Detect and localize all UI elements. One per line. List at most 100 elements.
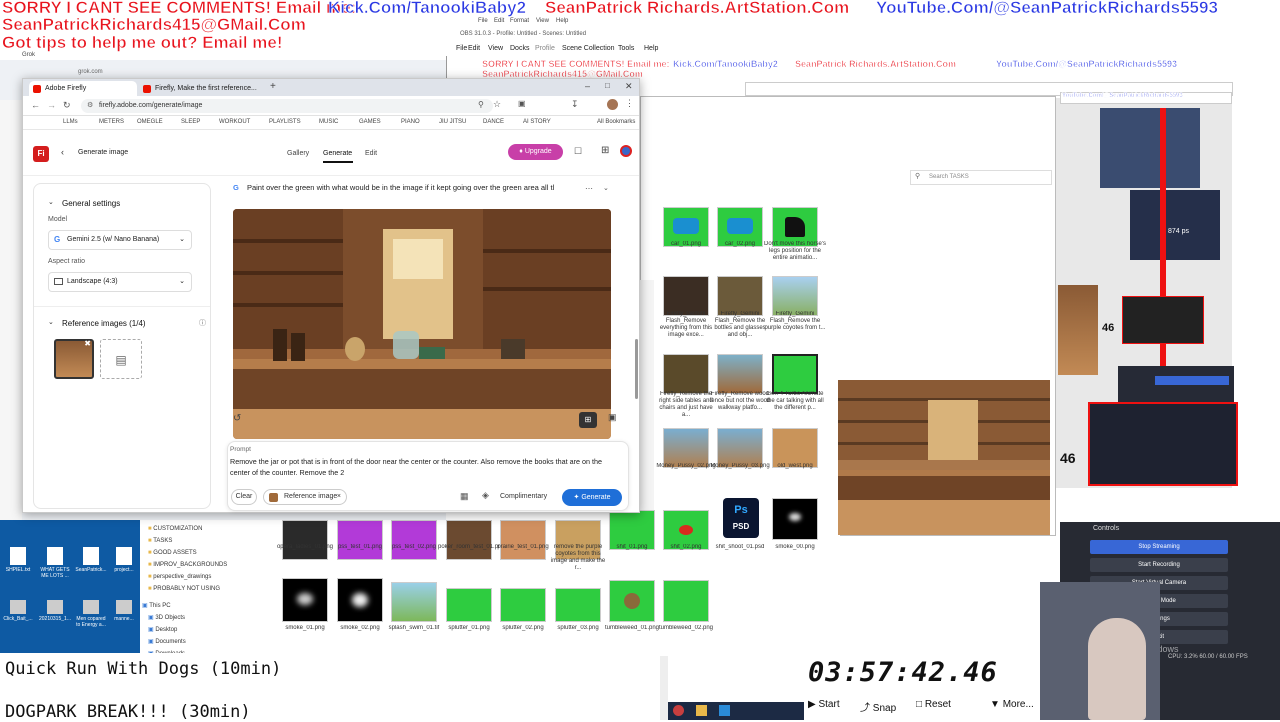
- obs-menu-edit[interactable]: Edit: [468, 45, 480, 52]
- clear-button[interactable]: Clear: [231, 489, 257, 505]
- nav-3d-objects[interactable]: ▣ 3D Objects: [148, 614, 185, 621]
- star-icon[interactable]: ☆: [493, 99, 501, 110]
- extensions-icon[interactable]: ▣: [518, 99, 526, 108]
- bookmark-lllms[interactable]: LLMs: [63, 119, 78, 125]
- desktop-icon-clickbait[interactable]: Click_Bait_...: [2, 600, 34, 622]
- folder-customization[interactable]: ■ CUSTOMIZATION: [148, 526, 202, 532]
- desktop-icon-manne[interactable]: manne...: [110, 600, 138, 622]
- notepad-menu-format[interactable]: Format: [510, 18, 529, 24]
- download-icon[interactable]: ↧: [571, 99, 579, 110]
- desktop-icon-2021[interactable]: 20210315_1...: [38, 600, 72, 622]
- chip-close-icon[interactable]: ×: [337, 490, 341, 504]
- back-icon[interactable]: ←: [31, 100, 40, 110]
- desktop-icon-seanpatrick[interactable]: SeanPatrick...: [74, 547, 108, 573]
- bookmark-sleep[interactable]: SLEEP: [181, 119, 200, 125]
- folder-perspective[interactable]: ■ perspective_drawings: [148, 574, 211, 580]
- taskbar-app-icon[interactable]: [696, 705, 707, 716]
- tab-adobe-firefly[interactable]: Adobe Firefly: [29, 81, 137, 96]
- reference-image-chip[interactable]: Reference image ×: [263, 489, 347, 505]
- user-avatar[interactable]: [620, 145, 632, 157]
- apps-grid-icon[interactable]: ⊞: [601, 145, 609, 156]
- file-prairie[interactable]: [500, 520, 546, 560]
- timer-start-button[interactable]: ▶ Start: [808, 699, 840, 710]
- reference-image-thumb[interactable]: ✖: [54, 339, 94, 379]
- close-icon[interactable]: ✕: [625, 81, 633, 92]
- history-icon[interactable]: ↺: [233, 413, 241, 424]
- timer-more-button[interactable]: ▼ More...: [990, 699, 1034, 710]
- desktop-icon-what-gets[interactable]: WHAT GETS ME LOTS ...: [38, 547, 72, 579]
- notepad-menu-view[interactable]: View: [536, 18, 549, 24]
- bookmark-aistory[interactable]: AI STORY: [523, 119, 551, 125]
- file-splutter-01[interactable]: [446, 588, 492, 622]
- folder-tasks[interactable]: ■ TASKS: [148, 538, 172, 544]
- model-dropdown[interactable]: G Gemini 2.5 (w/ Nano Banana) ⌄: [48, 230, 192, 250]
- file-tumbleweed-01[interactable]: [609, 580, 655, 622]
- nav-documents[interactable]: ▣ Documents: [148, 638, 186, 645]
- generate-button[interactable]: ✦ Generate: [562, 489, 622, 506]
- single-view-icon[interactable]: ▣: [608, 412, 617, 423]
- settings-sliders-icon[interactable]: ▦: [460, 491, 469, 502]
- folder-good-assets[interactable]: ■ GOOD ASSETS: [148, 550, 197, 556]
- more-options-icon[interactable]: ⋯: [585, 184, 593, 193]
- desktop-icon-men[interactable]: Men copared to Energy a...: [74, 600, 108, 628]
- timer-reset-button[interactable]: □ Reset: [916, 699, 951, 710]
- general-settings-heading[interactable]: General settings: [62, 199, 120, 208]
- bookmark-jiujitsu[interactable]: JIU JITSU: [439, 119, 466, 125]
- forward-icon[interactable]: →: [47, 100, 56, 110]
- menu-kebab-icon[interactable]: ⋮: [625, 98, 634, 109]
- file-firefly-4[interactable]: [663, 354, 709, 394]
- generated-image[interactable]: [233, 209, 611, 439]
- obs-menu-file[interactable]: File: [456, 45, 467, 52]
- nav-edit[interactable]: Edit: [365, 150, 377, 157]
- url-field[interactable]: ⚙ firefly.adobe.com/generate/image: [81, 99, 493, 113]
- upload-reference-button[interactable]: ▤: [100, 339, 142, 379]
- file-gen4[interactable]: [772, 354, 818, 394]
- new-tab-icon[interactable]: +: [270, 81, 276, 92]
- file-tumbleweed-02[interactable]: [663, 580, 709, 622]
- upgrade-button[interactable]: ♦ Upgrade: [508, 144, 563, 160]
- credits-icon[interactable]: ◈: [482, 490, 489, 501]
- tab-firefly-reference[interactable]: Firefly, Make the first reference...: [139, 81, 263, 96]
- chevron-down-icon[interactable]: ⌄: [603, 184, 609, 192]
- bookmark-workout[interactable]: WORKOUT: [219, 119, 250, 125]
- chevron-down-icon[interactable]: ⌄: [48, 318, 54, 326]
- bookmark-all[interactable]: All Bookmarks: [597, 119, 635, 125]
- bookmark-piano[interactable]: PIANO: [401, 119, 420, 125]
- obs-menu-tools[interactable]: Tools: [618, 45, 634, 52]
- nav-this-pc[interactable]: ▣ This PC: [142, 602, 171, 609]
- notepad-menu-edit[interactable]: Edit: [494, 18, 504, 24]
- firefly-logo[interactable]: Fi: [33, 146, 49, 162]
- start-recording-button[interactable]: Start Recording: [1090, 558, 1228, 572]
- file-splash[interactable]: [391, 582, 437, 622]
- bookmark-playlists[interactable]: PLAYLISTS: [269, 119, 301, 125]
- file-firefly-3[interactable]: [772, 276, 818, 316]
- reload-icon[interactable]: ↻: [63, 100, 71, 111]
- chevron-down-icon[interactable]: ⌄: [48, 198, 54, 206]
- explorer-search[interactable]: Search TASKS: [910, 170, 1052, 185]
- desktop-icon-shpiel[interactable]: SHPIEL.txt: [2, 547, 34, 573]
- obs-menu-scenes[interactable]: Scene Collection: [562, 45, 615, 52]
- obs-menu-profile[interactable]: Profile: [535, 45, 555, 52]
- file-psd[interactable]: Ps PSD: [723, 498, 759, 538]
- desktop-icon-project[interactable]: project...: [110, 547, 138, 573]
- bookmark-games[interactable]: GAMES: [359, 119, 381, 125]
- nav-gallery[interactable]: Gallery: [287, 150, 309, 157]
- info-icon[interactable]: ⓘ: [199, 318, 206, 328]
- obs-menu-view[interactable]: View: [488, 45, 503, 52]
- obs-menu-help[interactable]: Help: [644, 45, 658, 52]
- file-firefly-5[interactable]: [717, 354, 763, 394]
- taskbar-app-icon[interactable]: [673, 705, 684, 716]
- file-pss-02[interactable]: [391, 520, 437, 560]
- file-money-02[interactable]: [663, 428, 709, 468]
- taskbar-app-icon[interactable]: [719, 705, 730, 716]
- bookmark-dance[interactable]: DANCE: [483, 119, 504, 125]
- file-old-west[interactable]: [772, 428, 818, 468]
- timer-snap-button[interactable]: ⤴ Snap: [860, 699, 896, 714]
- scrollbar[interactable]: [635, 339, 638, 399]
- file-smoke-00[interactable]: [772, 498, 818, 540]
- maximize-icon[interactable]: □: [605, 81, 610, 90]
- file-smoke-01[interactable]: [282, 578, 328, 622]
- obs-menu-docks[interactable]: Docks: [510, 45, 529, 52]
- minimize-icon[interactable]: –: [585, 81, 590, 91]
- profile-avatar[interactable]: [607, 99, 618, 110]
